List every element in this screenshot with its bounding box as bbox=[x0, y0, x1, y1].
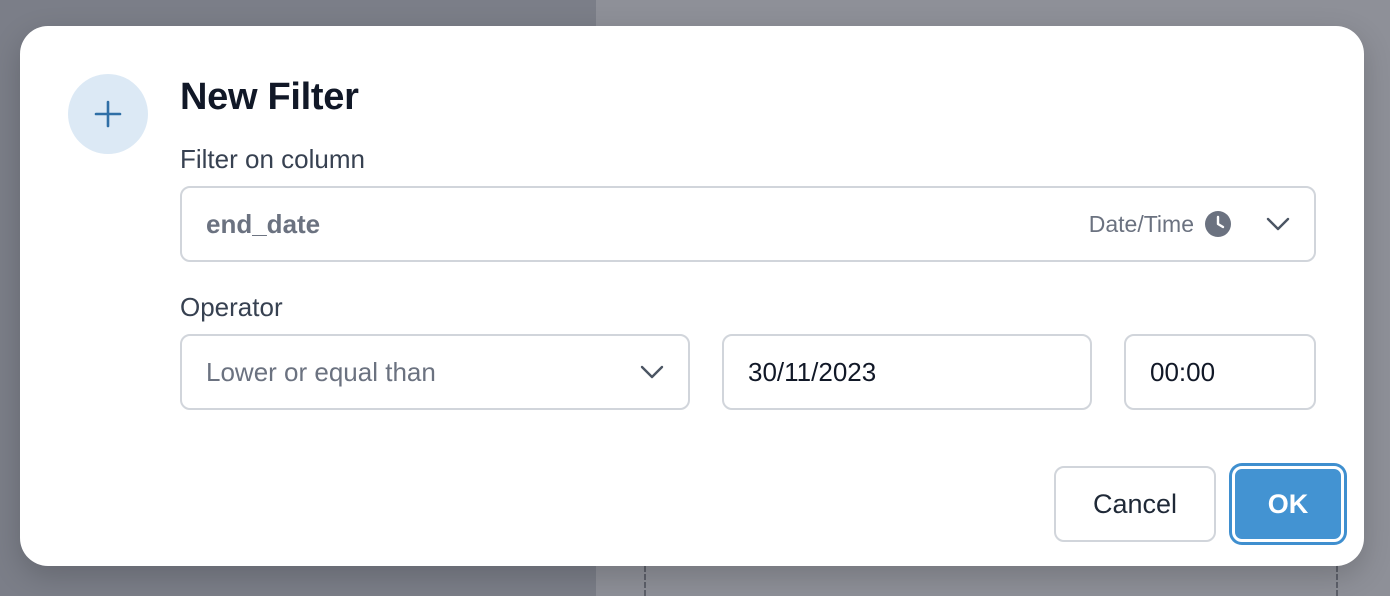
operator-label: Operator bbox=[180, 292, 283, 322]
time-input[interactable]: 00:00 bbox=[1124, 334, 1316, 410]
date-input[interactable]: 30/11/2023 bbox=[722, 334, 1092, 410]
ok-button[interactable]: OK bbox=[1232, 466, 1344, 542]
operator-select[interactable]: Lower or equal than bbox=[180, 334, 690, 410]
column-select-value: end_date bbox=[206, 208, 321, 239]
column-label: Filter on column bbox=[180, 144, 365, 174]
clock-icon bbox=[1205, 211, 1231, 237]
operator-select-value: Lower or equal than bbox=[206, 356, 436, 387]
plus-icon bbox=[68, 74, 148, 154]
cancel-button[interactable]: Cancel bbox=[1054, 466, 1216, 542]
dialog-title: New Filter bbox=[180, 76, 359, 118]
chevron-down-icon[interactable] bbox=[640, 365, 664, 379]
backdrop-divider-left bbox=[644, 566, 646, 596]
column-type-badge: Date/Time bbox=[1089, 210, 1232, 238]
chevron-down-icon[interactable] bbox=[1266, 217, 1290, 231]
column-type-label: Date/Time bbox=[1088, 210, 1194, 237]
column-select[interactable]: end_date Date/Time bbox=[180, 186, 1316, 262]
new-filter-dialog: New Filter Filter on column end_date Dat… bbox=[20, 26, 1364, 566]
backdrop-divider-right bbox=[1336, 566, 1338, 596]
